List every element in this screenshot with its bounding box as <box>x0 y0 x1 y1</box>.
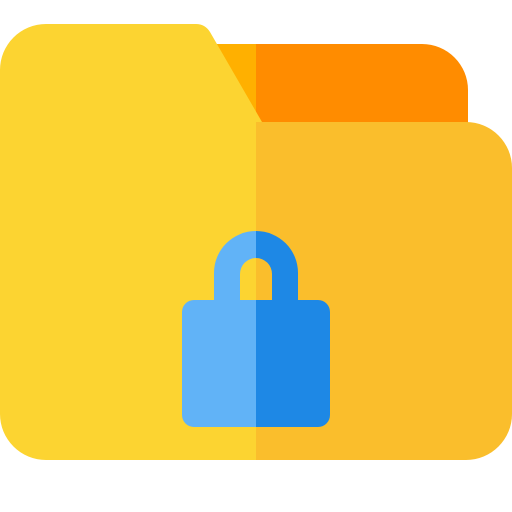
lock-body-left <box>182 300 256 427</box>
icon-canvas <box>0 0 512 512</box>
folder-back-right <box>256 44 468 130</box>
locked-folder-icon <box>0 24 512 460</box>
lock-body-right <box>256 300 330 427</box>
